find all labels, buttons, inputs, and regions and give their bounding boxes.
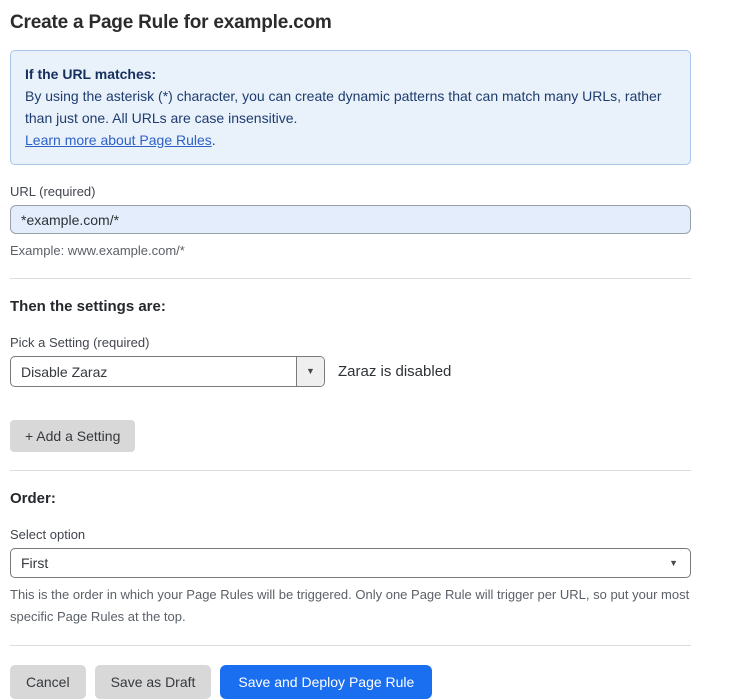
link-suffix-period: .: [212, 132, 216, 148]
save-as-draft-button[interactable]: Save as Draft: [95, 665, 212, 699]
url-match-info-callout: If the URL matches: By using the asteris…: [10, 50, 691, 165]
order-select[interactable]: First ▼: [10, 548, 691, 578]
info-callout-body-text: By using the asterisk (*) character, you…: [25, 88, 662, 126]
section-divider: [10, 278, 691, 279]
setting-select-arrow-button[interactable]: ▼: [296, 357, 324, 386]
zaraz-status-text: Zaraz is disabled: [338, 363, 451, 380]
order-select-value: First: [11, 549, 669, 577]
chevron-down-icon: ▼: [669, 559, 678, 568]
chevron-down-icon: ▼: [306, 367, 315, 376]
info-callout-heading: If the URL matches:: [25, 63, 676, 85]
url-example-helper: Example: www.example.com/*: [10, 241, 691, 261]
page-title: Create a Page Rule for example.com: [10, 12, 691, 34]
settings-section-heading: Then the settings are:: [10, 298, 691, 315]
pick-setting-label: Pick a Setting (required): [10, 335, 691, 350]
info-callout-link-line: Learn more about Page Rules.: [25, 129, 676, 151]
footer-actions: Cancel Save as Draft Save and Deploy Pag…: [10, 665, 691, 699]
setting-select[interactable]: Disable Zaraz ▼: [10, 356, 325, 387]
cancel-button[interactable]: Cancel: [10, 665, 86, 699]
section-divider: [10, 470, 691, 471]
url-field-label: URL (required): [10, 184, 691, 199]
learn-more-link[interactable]: Learn more about Page Rules: [25, 132, 212, 148]
order-select-arrow: ▼: [669, 549, 690, 577]
order-helper-text: This is the order in which your Page Rul…: [10, 584, 691, 628]
order-section-heading: Order:: [10, 490, 691, 507]
add-setting-button[interactable]: + Add a Setting: [10, 420, 135, 452]
create-page-rule-form: Create a Page Rule for example.com If th…: [10, 0, 691, 699]
setting-picker-row: Disable Zaraz ▼ Zaraz is disabled: [10, 356, 691, 387]
order-select-label: Select option: [10, 527, 691, 542]
save-and-deploy-button[interactable]: Save and Deploy Page Rule: [220, 665, 432, 699]
setting-select-value: Disable Zaraz: [11, 357, 296, 386]
footer-divider: [10, 645, 691, 646]
info-callout-body: By using the asterisk (*) character, you…: [25, 85, 676, 129]
url-pattern-input[interactable]: [10, 205, 691, 234]
